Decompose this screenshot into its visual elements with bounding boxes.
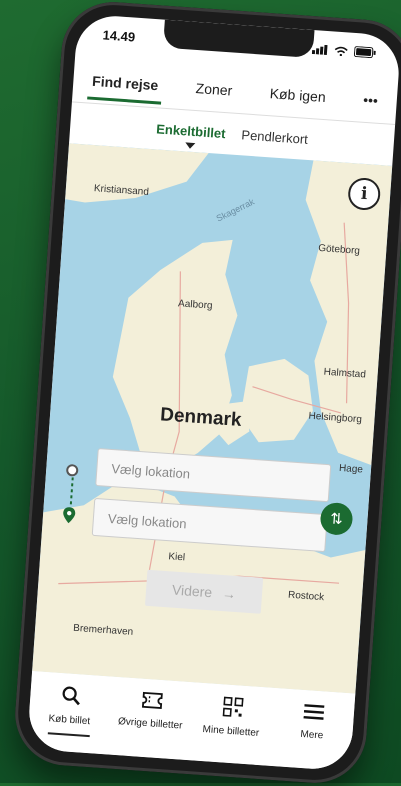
wifi-icon bbox=[334, 43, 349, 59]
map-label-hage: Hage bbox=[338, 462, 364, 476]
nav-oevrige-billetter[interactable]: Øvrige billetter bbox=[115, 689, 187, 732]
map-label-aalborg: Aalborg bbox=[177, 298, 213, 312]
more-options-icon[interactable]: ••• bbox=[358, 81, 383, 118]
nav-label: Mere bbox=[300, 728, 324, 742]
map-label-kiel: Kiel bbox=[168, 551, 186, 564]
tab-zoner[interactable]: Zoner bbox=[191, 70, 238, 109]
nav-label: Køb billet bbox=[48, 713, 91, 728]
swap-icon: ⇅ bbox=[329, 510, 344, 529]
phone-mockup: 14.49 Find rejse Zoner Køb igen ••• Enke… bbox=[11, 0, 401, 786]
nav-mine-billetter[interactable]: Mine billetter bbox=[196, 695, 269, 740]
qr-icon bbox=[222, 696, 244, 720]
nav-mere[interactable]: Mere bbox=[277, 700, 349, 743]
tab-enkeltbillet[interactable]: Enkeltbillet bbox=[156, 121, 226, 141]
app-screen: 14.49 Find rejse Zoner Køb igen ••• Enke… bbox=[26, 13, 401, 772]
ticket-icon bbox=[140, 691, 163, 713]
arrow-right-icon: → bbox=[221, 585, 237, 603]
status-time: 14.49 bbox=[102, 26, 136, 45]
next-button-label: Videre bbox=[171, 581, 213, 601]
tab-koeb-igen[interactable]: Køb igen bbox=[265, 75, 331, 115]
map-view[interactable]: Kristiansand Skagerrak Göteborg Aalborg … bbox=[32, 143, 393, 694]
menu-icon bbox=[302, 702, 324, 724]
nav-label: Mine billetter bbox=[202, 724, 260, 739]
nav-label: Øvrige billetter bbox=[117, 716, 183, 732]
nav-koeb-billet[interactable]: Køb billet bbox=[34, 683, 107, 728]
tab-pendlerkort[interactable]: Pendlerkort bbox=[241, 127, 308, 147]
battery-icon bbox=[353, 44, 377, 60]
signal-icon bbox=[311, 42, 329, 58]
search-icon bbox=[60, 685, 82, 709]
tab-find-rejse[interactable]: Find rejse bbox=[87, 63, 163, 104]
